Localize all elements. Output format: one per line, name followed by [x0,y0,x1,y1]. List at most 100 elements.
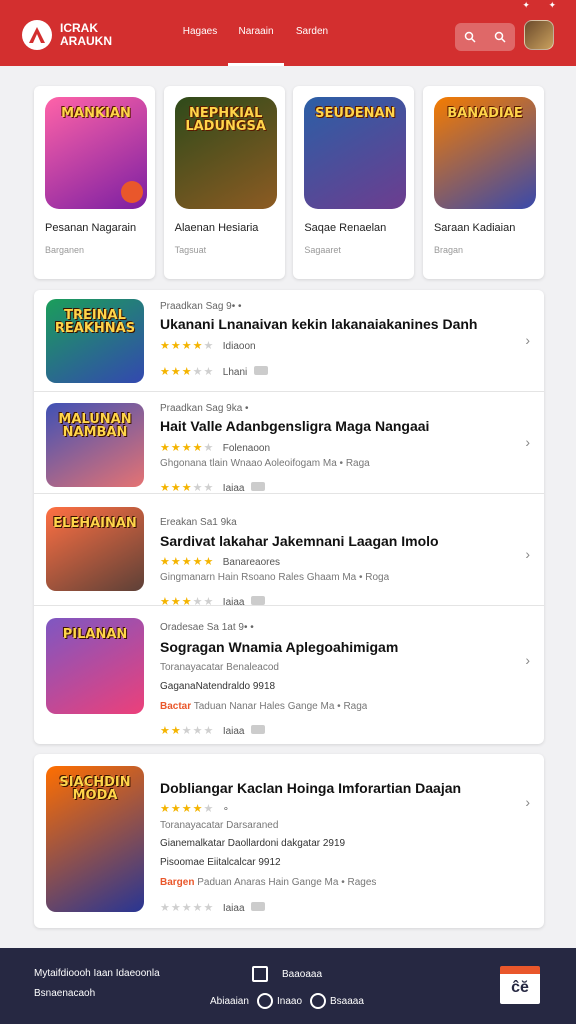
app-name: ICRAK ARAUKN [60,21,112,48]
game-name: Saqae Renaelan [304,222,387,234]
star-rating: ★★★★★ [160,556,215,568]
featured-card[interactable]: SEUDENAN Saqae Renaelan Sagaaret [293,86,415,279]
item-meta: GaganaNatendraldo 9918 [160,681,276,692]
item-eyebrow: Oradesae Sa 1at 9• • [160,622,254,633]
item-title: Hait Valle Adanbgensligra Maga Nangaai [160,418,430,434]
app-logo[interactable] [22,20,52,50]
item-title: Dobliangar Kaclan Hoinga Imforartian Daa… [160,780,462,796]
cover-title: MANKIAN [61,106,131,121]
star-rating: ★★★★★ [160,366,215,378]
star-rating: ★★★★★ [160,482,215,494]
item-title: Ukanani Lnanaivan kekin lakanaiakanines … [160,316,478,332]
rating-note: Lhani [222,367,248,378]
game-cover: ELEHAINAN [46,507,144,591]
compass-icon[interactable] [310,993,326,1009]
game-list-extra: SIACHDIN MODA Dobliangar Kaclan Hoinga I… [34,754,544,928]
item-meta-text: Paduan Anaras Hain Gange Ma • Rages [197,877,377,888]
item-meta: Toranayacatar Darsaraned [160,820,279,831]
featured-card[interactable]: BANADIAE Saraan Kadiaian Bragan [422,86,544,279]
cover-title: NEPHKIAL LADUNGSA [185,106,266,134]
search-icon [464,31,476,43]
item-title: Sardivat lakahar Jakemnani Laagan Imolo [160,533,439,549]
cover-title: TREINAL REAKHNAS [54,308,136,336]
item-eyebrow: Praadkan Sag 9ka • [160,403,249,414]
star-rating: ★★★★★ [160,725,215,737]
tag-icon [250,596,265,606]
item-meta: Toranayacatar Benaleacod [160,662,279,673]
game-cover: PILANAN [46,618,144,714]
chevron-right-icon: › [525,434,530,450]
app-header: ICRAK ARAUKN ✦ ✦ Hagaes Naraain Sarden [0,0,576,66]
list-item[interactable]: SIACHDIN MODA Dobliangar Kaclan Hoinga I… [34,754,544,928]
cover-title: ELEHAINAN [53,516,137,531]
game-name: Saraan Kadiaian [433,222,516,234]
game-name: Pesanan Nagarain [45,222,137,234]
link-icon[interactable] [257,993,273,1009]
footer-link[interactable]: Bsaaaa [330,996,364,1007]
game-cover: BANADIAE [433,97,536,209]
item-eyebrow: Ereakan Sa1 9ka [160,517,237,528]
item-sub-rating: ★★★★★ Lhani [160,362,268,380]
featured-card[interactable]: MANKIAN Pesanan Nagarain Barganen [34,86,155,279]
item-badge: Bactar [160,701,192,712]
star-rating: ★★★★★ [160,442,215,454]
nav-tab-sarden[interactable]: Sarden [284,0,340,66]
game-cover: SIACHDIN MODA [46,766,144,912]
game-cover: MALUNAN NAMBAN [46,403,144,487]
item-rating: ★★★★★ ∘ [160,799,229,817]
footer-link[interactable]: Inaao [277,996,302,1007]
list-item[interactable]: TREINAL REAKHNAS Praadkan Sag 9• • Ukana… [34,290,544,392]
rating-note: Iaiaa [222,483,245,494]
item-meta: Ghgonana tlain Wnaao Aoleoifogam Ma • Ra… [160,458,370,469]
chevron-right-icon: › [525,546,530,562]
list-item[interactable]: MALUNAN NAMBAN Praadkan Sag 9ka • Hait V… [34,392,544,494]
list-item[interactable]: PILANAN Oradesae Sa 1at 9• • Sogragan Wn… [34,606,544,744]
star-rating: ★★★★★ [160,803,215,815]
item-meta: Pisoomae Eiitalcalcar 9912 [160,857,281,868]
search-icon [494,31,506,43]
featured-games: MANKIAN Pesanan Nagarain Barganen NEPHKI… [34,86,544,279]
rating-note: ∘ [222,804,230,815]
item-meta-line: Bargen Paduan Anaras Hain Gange Ma • Rag… [160,877,376,888]
search-button[interactable] [455,23,515,51]
status-icons: ✦ ✦ [522,0,564,10]
cover-title: SIACHDIN MODA [59,775,131,803]
item-rating: ★★★★★ Banareaores [160,552,280,570]
tag-icon [250,902,265,912]
game-category: Sagaaret [304,245,341,255]
game-cover: SEUDENAN [304,97,407,209]
nav-tab-naraain[interactable]: Naraain [228,0,284,66]
brand-logo: ĉĕ [500,966,540,1004]
chevron-right-icon: › [525,652,530,668]
list-item[interactable]: ELEHAINAN Ereakan Sa1 9ka Sardivat lakah… [34,494,544,608]
star-rating: ★★★★★ [160,902,215,914]
item-rating: ★★★★★ Folenaoon [160,438,270,456]
game-name: Alaenan Hesiaria [174,222,259,234]
rating-note: Idiaoon [222,341,256,352]
main-nav: Hagaes Naraain Sarden [172,0,340,66]
featured-card[interactable]: NEPHKIAL LADUNGSA Alaenan Hesiaria Tagsu… [163,86,285,279]
chevron-right-icon: › [525,794,530,810]
game-cover: TREINAL REAKHNAS [46,299,144,383]
item-badge: Bargen [160,877,195,888]
cover-title: PILANAN [62,627,128,642]
rating-note: Folenaoon [222,443,271,454]
calendar-icon[interactable] [252,966,268,982]
play-badge-icon [121,181,143,203]
item-meta: Gingmanarn Hain Rsoano Rales Ghaam Ma • … [160,572,390,583]
item-title: Sogragan Wnamia Aplegoahimigam [160,639,399,655]
item-meta-text: Taduan Nanar Hales Gange Ma • Raga [193,701,368,712]
rating-note: Iaiaa [222,903,245,914]
footer-link[interactable]: Baaoaaa [282,969,322,980]
game-list: TREINAL REAKHNAS Praadkan Sag 9• • Ukana… [34,290,544,744]
item-meta: Gianemalkatar Daollardoni dakgatar 2919 [160,838,346,849]
star-rating: ★★★★★ [160,340,215,352]
user-avatar[interactable] [524,20,554,50]
item-rating: ★★★★★ Idiaoon [160,336,256,354]
nav-tab-hagaes[interactable]: Hagaes [172,0,228,66]
game-category: Bragan [433,245,463,255]
cover-title: MALUNAN NAMBAN [58,412,132,440]
tag-icon [250,482,265,492]
footer-link[interactable]: Abiaaian [210,996,249,1007]
item-eyebrow: Praadkan Sag 9• • [160,301,242,312]
